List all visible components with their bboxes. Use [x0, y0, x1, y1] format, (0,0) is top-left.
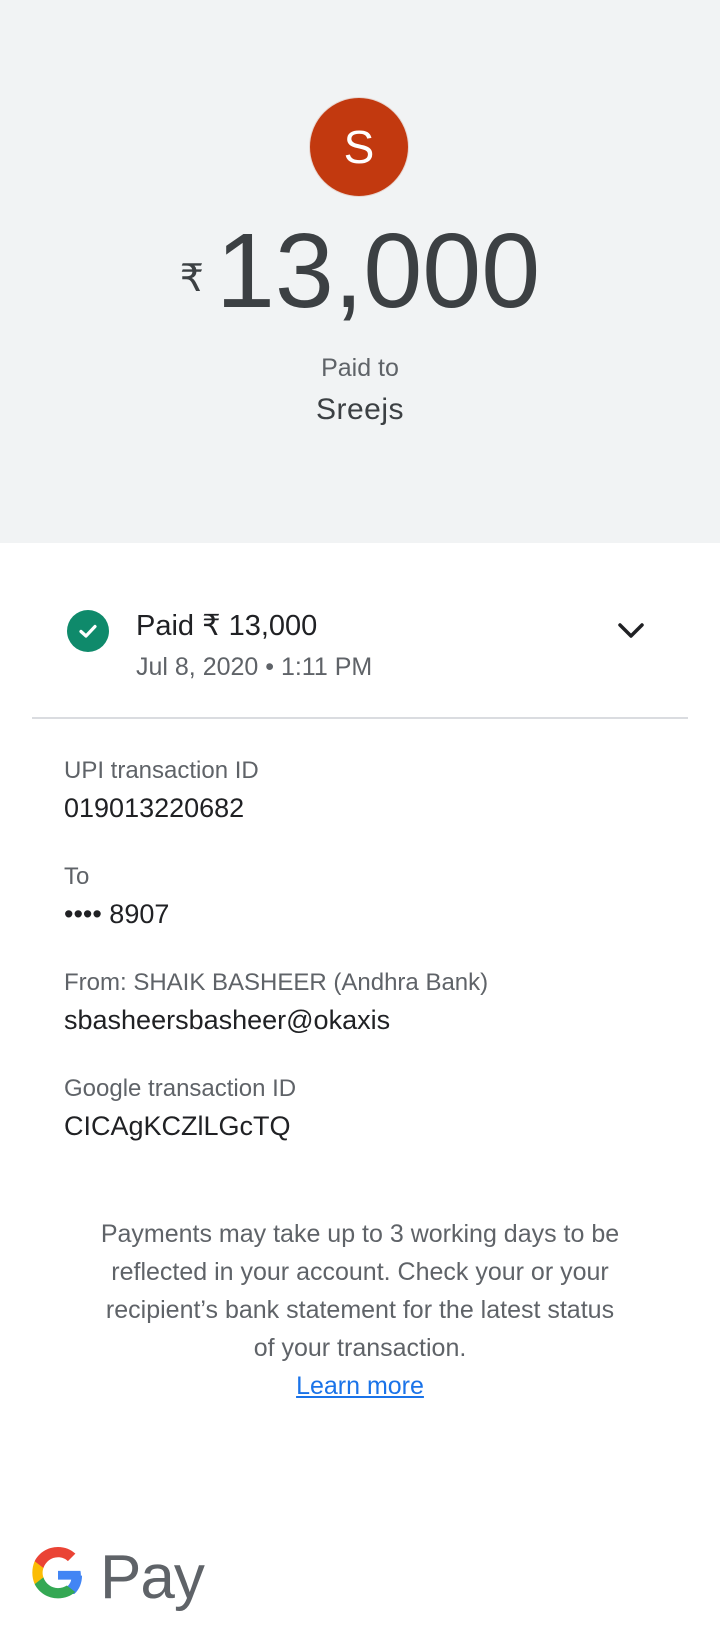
status-title: Paid ₹ 13,000	[136, 610, 318, 642]
payment-note: Payments may take up to 3 working days t…	[100, 1215, 620, 1405]
detail-value: •••• 8907	[64, 899, 170, 929]
detail-to: To •••• 8907	[64, 861, 169, 931]
detail-from: From: SHAIK BASHEER (Andhra Bank) sbashe…	[64, 967, 488, 1037]
detail-upi-transaction-id: UPI transaction ID 019013220682	[64, 755, 259, 825]
status-date: Jul 8, 2020 • 1:11 PM	[136, 653, 373, 681]
detail-label: Google transaction ID	[64, 1075, 297, 1102]
detail-value[interactable]: CICAgKCZlLGcTQ	[64, 1109, 296, 1143]
detail-label: From: SHAIK BASHEER (Andhra Bank)	[64, 969, 489, 996]
avatar: S	[309, 97, 409, 197]
amount-display: ₹ 13,000	[0, 218, 720, 328]
pay-wordmark: Pay	[100, 1543, 205, 1612]
amount-value: 13,000	[215, 212, 541, 330]
currency-symbol: ₹	[179, 258, 204, 300]
detail-value[interactable]: 019013220682	[64, 791, 259, 825]
google-g-icon	[30, 1547, 86, 1608]
detail-label: UPI transaction ID	[64, 757, 259, 784]
payee-name: Sreejs	[315, 393, 405, 426]
check-circle-icon	[67, 610, 109, 652]
chevron-down-icon[interactable]	[611, 616, 651, 646]
google-pay-logo: Pay	[30, 1540, 205, 1615]
learn-more-link[interactable]: Learn more	[296, 1372, 424, 1400]
transaction-header: S ₹ 13,000 Paid to Sreejs	[0, 0, 720, 543]
paid-to-label: Paid to	[321, 354, 399, 382]
status-row[interactable]: Paid ₹ 13,000 Jul 8, 2020 • 1:11 PM	[0, 598, 720, 688]
detail-label: To	[64, 863, 90, 890]
payment-note-text: Payments may take up to 3 working days t…	[100, 1220, 620, 1362]
avatar-letter: S	[343, 121, 375, 173]
detail-value: sbasheersbasheer@okaxis	[64, 1005, 391, 1035]
divider	[32, 717, 688, 719]
detail-google-transaction-id: Google transaction ID CICAgKCZlLGcTQ	[64, 1073, 296, 1143]
